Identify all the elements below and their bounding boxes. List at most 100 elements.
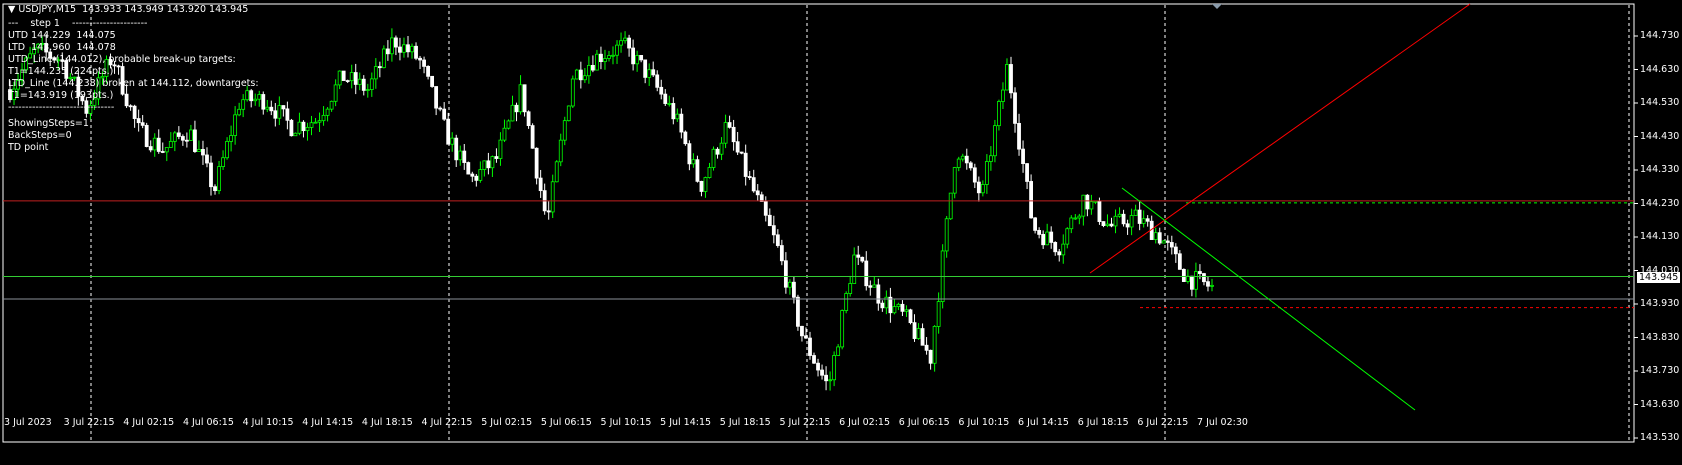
candle-body [1029,181,1033,219]
candle-body [964,155,969,164]
candle-body [611,54,615,57]
candle-body [225,141,229,159]
info-line: TD point [8,142,49,153]
candle-body [265,106,270,110]
current-price-label: 143.945 [1637,272,1681,283]
candle-body [546,210,551,213]
candle-body [800,325,804,337]
candle-body [414,45,418,59]
candle-body [812,355,816,364]
candle-body [635,55,640,65]
candle-body [305,126,310,132]
candle-body [301,121,306,132]
chart-window[interactable]: ▼ USDJPY,M15 143.933 143.949 143.920 143… [0,0,1682,465]
candle-body [767,214,772,227]
candle-body [518,84,523,113]
candle-body [1001,89,1005,102]
candle-body [675,113,680,120]
candle-body [426,65,430,77]
time-tick: 6 Jul 06:15 [898,417,950,428]
price-tick: 144.330 [1640,164,1680,175]
candle-body [1089,201,1094,210]
candle-body [1194,271,1198,290]
time-tick: 6 Jul 02:15 [839,417,891,428]
candle-body [683,131,688,145]
candle-body [341,70,346,81]
candle-body [160,151,165,153]
candle-body [180,136,185,141]
candle-body [1049,231,1054,243]
price-tick: 143.630 [1640,398,1680,410]
candle-body [410,45,414,53]
price-tick: 143.530 [1640,432,1680,443]
candle-body [201,149,205,156]
candle-body [466,162,471,175]
candle-body [333,84,338,102]
candle-body [530,125,535,149]
candle-body [956,158,961,168]
candle-body [952,167,957,194]
time-tick: 5 Jul 22:15 [779,417,831,428]
candle-body [490,156,495,169]
candle-body [482,160,487,170]
candle-body [462,150,467,163]
candle-body [864,260,869,287]
candle-body [1017,122,1021,150]
candle-body [832,355,837,381]
candle-body [394,37,398,48]
candle-body [739,151,744,154]
info-line: LTD_Line (144.238) broken at 144.112, do… [8,78,259,89]
candle-body [928,349,933,364]
candle-body [1161,240,1166,244]
info-line: --- step 1 ---------------------- [8,18,148,29]
candle-body [771,225,776,236]
utd-trendline [1089,3,1471,274]
candle-body [1105,223,1110,226]
candle-body [615,44,619,56]
time-tick: 5 Jul 10:15 [600,417,652,428]
candle-body [1013,92,1017,124]
candle-body [1173,246,1178,255]
candle-body [1077,215,1082,219]
price-tick: 143.730 [1640,365,1680,376]
candle-body [438,107,443,110]
candle-body [824,374,828,382]
info-line: T1=144.235 (224pts.) [8,66,114,77]
candle-body [1069,217,1074,230]
candle-body [1037,229,1042,235]
candle-body [325,108,330,116]
price-tick: 143.930 [1640,298,1680,309]
candle-body [779,245,784,262]
info-line: UTD 144.229 144.075 [8,30,116,41]
candle-body [1033,217,1038,231]
candle-body [554,161,559,183]
candle-body [695,159,700,182]
candle-body [398,46,402,53]
candle-body [385,48,390,55]
candle-body [156,137,161,152]
candle-body [337,70,342,86]
price-tick: 144.630 [1640,63,1680,75]
candle-body [599,53,603,63]
candle-body [997,101,1001,127]
candle-body [1125,223,1130,228]
candle-body [377,66,382,69]
candle-body [900,303,905,312]
candle-body [808,337,812,356]
candle-body [406,44,410,53]
candle-body [245,90,250,101]
price-chart[interactable] [0,0,1682,465]
candle-body [285,108,290,121]
time-tick: 3 Jul 2023 [4,417,52,428]
candle-body [751,177,756,192]
candle-body [1153,232,1158,240]
candle-body [908,309,913,324]
candle-body [281,105,286,110]
time-tick: 4 Jul 14:15 [302,417,354,428]
candle-body [1121,213,1126,225]
candle-body [804,335,808,339]
candle-body [293,132,298,137]
candle-body [446,118,451,145]
candle-body [152,137,157,151]
candle-body [1202,273,1206,283]
